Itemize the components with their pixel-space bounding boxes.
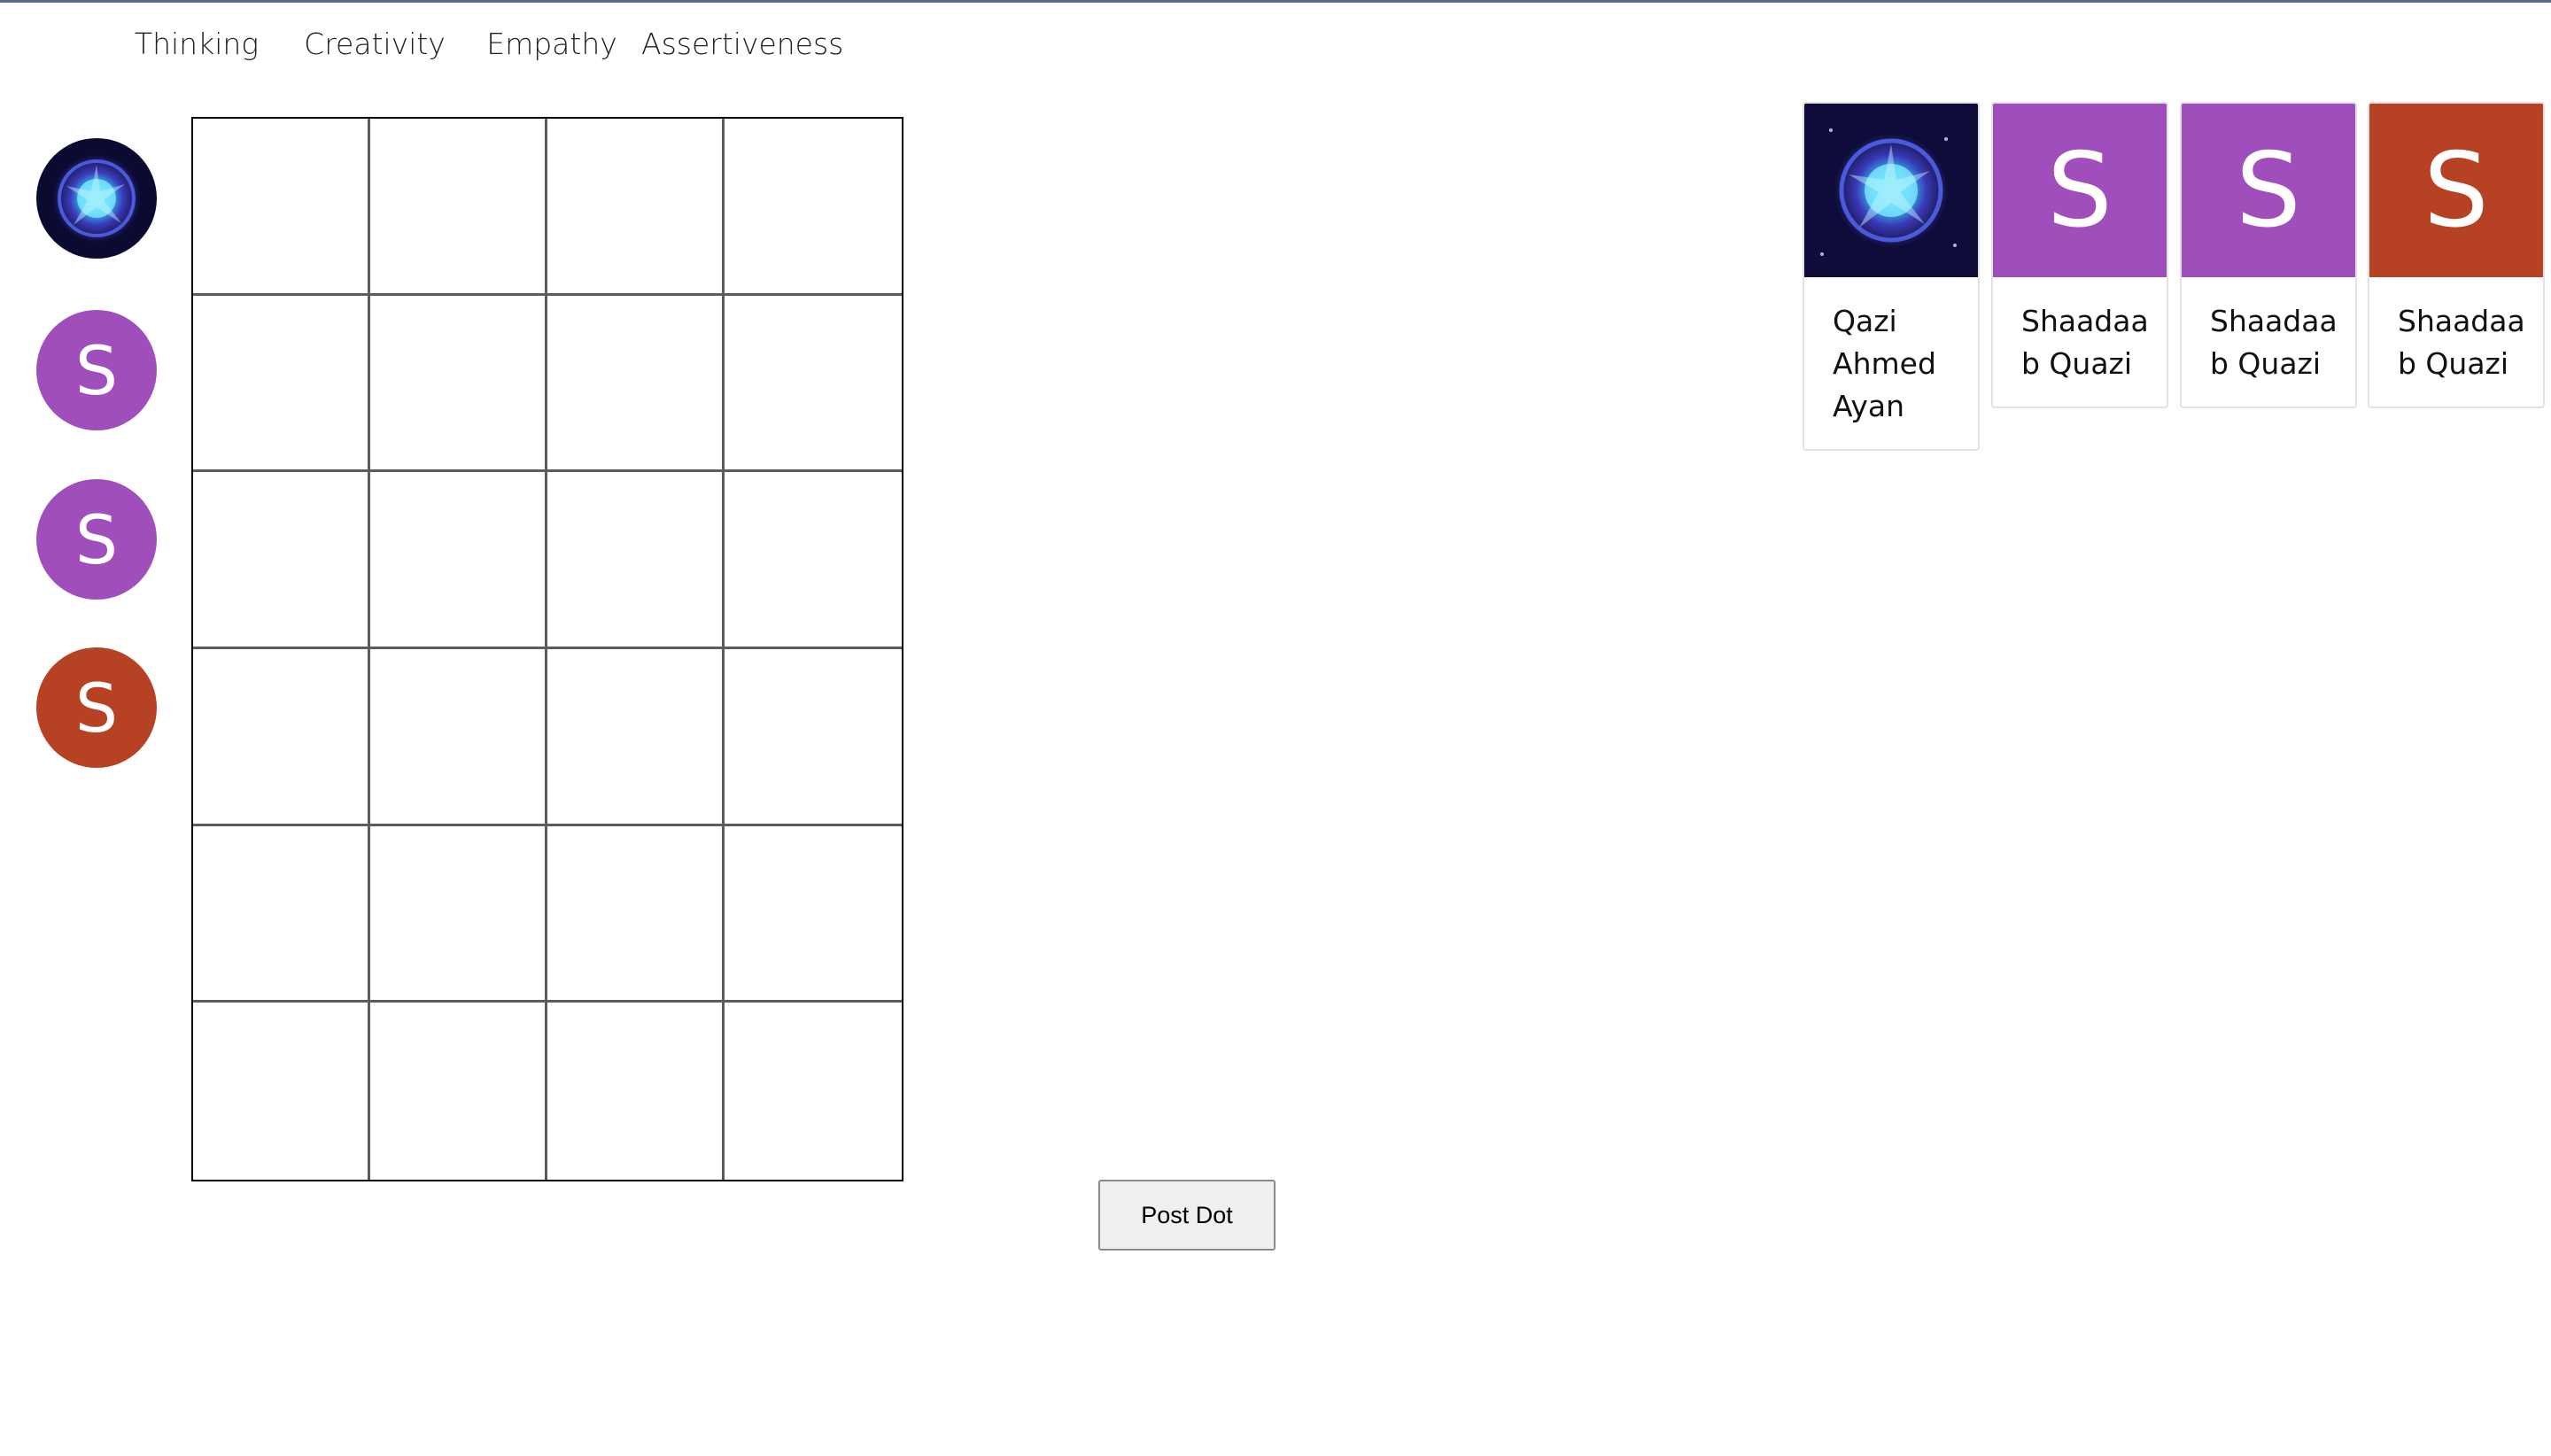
grid-cell[interactable] (725, 472, 902, 649)
grid-cell[interactable] (547, 472, 725, 649)
participant-name: Shaadaab Quazi (2210, 304, 2338, 381)
participant-card[interactable]: Qazi Ahmed Ayan (1803, 102, 1980, 451)
cosmic-avatar-image (36, 138, 157, 259)
grid-cell[interactable] (370, 119, 547, 296)
row-avatar-s: S (36, 310, 157, 430)
grid-cell[interactable] (547, 295, 725, 473)
post-dot-button[interactable]: Post Dot (1098, 1180, 1276, 1251)
participant-card[interactable]: S Shaadaab Quazi (2368, 102, 2545, 408)
grid-cell[interactable] (370, 472, 547, 649)
participant-card-image: S (2182, 104, 2355, 277)
participant-card[interactable]: S Shaadaab Quazi (1991, 102, 2168, 408)
grid-cell[interactable] (370, 825, 547, 1003)
top-border (0, 0, 2551, 3)
column-header-thinking: Thinking (134, 27, 260, 61)
avatar-letter: S (2047, 130, 2113, 251)
avatar-letter: S (74, 668, 119, 747)
grid-cell[interactable] (193, 649, 370, 826)
grid-cell[interactable] (193, 472, 370, 649)
cosmic-avatar-image (1804, 104, 1978, 277)
column-header-empathy: Empathy (486, 27, 617, 61)
grid-cell[interactable] (193, 119, 370, 296)
grid-cell[interactable] (193, 295, 370, 473)
grid-cell[interactable] (193, 1003, 370, 1180)
grid-cell[interactable] (547, 649, 725, 826)
avatar-letter: S (2423, 130, 2489, 251)
grid-cell[interactable] (725, 649, 902, 826)
grid-cell[interactable] (370, 1003, 547, 1180)
grid-cell[interactable] (370, 295, 547, 473)
column-header-creativity: Creativity (304, 27, 446, 61)
row-avatar-s: S (36, 647, 157, 768)
grid-cell[interactable] (725, 296, 902, 473)
column-header-assertiveness: Assertiveness (641, 27, 844, 61)
participant-name: Shaadaab Quazi (2398, 304, 2525, 381)
grid-cell[interactable] (725, 1003, 902, 1180)
grid-cell[interactable] (725, 826, 902, 1003)
participant-name: Shaadaab Quazi (2021, 304, 2149, 381)
avatar-letter: S (74, 500, 119, 579)
grid-cell[interactable] (370, 649, 547, 826)
grid-cell[interactable] (193, 825, 370, 1003)
row-avatar-s: S (36, 479, 157, 600)
avatar-letter: S (74, 330, 119, 410)
grid-cell[interactable] (725, 119, 902, 296)
grid-cell[interactable] (547, 1003, 725, 1180)
participant-card-image: S (2369, 104, 2543, 277)
grid-cell[interactable] (547, 119, 725, 296)
participant-name: Qazi Ahmed Ayan (1833, 304, 1936, 423)
participant-card-image: S (1993, 104, 2167, 277)
rating-grid[interactable] (191, 117, 903, 1181)
participant-card[interactable]: S Shaadaab Quazi (2180, 102, 2357, 408)
grid-cell[interactable] (547, 825, 725, 1003)
avatar-letter: S (2236, 130, 2301, 251)
participant-card-image (1804, 104, 1978, 277)
row-avatar-photo (36, 138, 157, 259)
